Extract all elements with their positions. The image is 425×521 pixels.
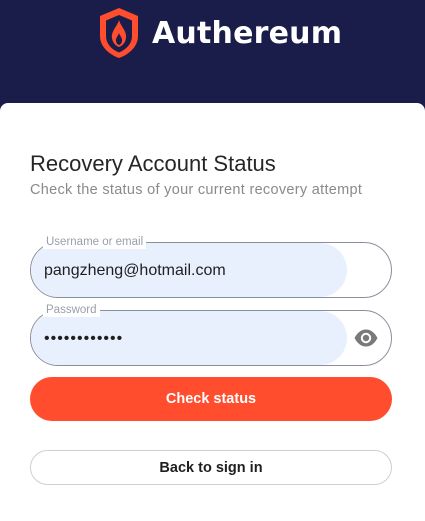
username-field[interactable]: Username or email — [30, 235, 392, 298]
page-title: Recovery Account Status — [30, 151, 276, 176]
username-label: Username or email — [43, 235, 147, 249]
password-label: Password — [43, 303, 100, 317]
password-field[interactable]: Password — [30, 303, 392, 366]
brand-name: Authereum — [152, 15, 343, 51]
app-header: Authereum — [0, 0, 425, 112]
recovery-status-card: Recovery Account Status Check the status… — [0, 103, 425, 521]
brand[interactable]: Authereum — [97, 6, 342, 60]
page-subtitle: Check the status of your current recover… — [30, 182, 363, 198]
back-to-sign-in-button[interactable]: Back to sign in — [30, 450, 392, 485]
authereum-logo-icon — [100, 8, 138, 58]
check-status-button[interactable]: Check status — [30, 377, 392, 421]
eye-icon[interactable] — [353, 328, 379, 348]
username-input[interactable] — [44, 260, 334, 282]
password-input[interactable] — [44, 328, 334, 350]
